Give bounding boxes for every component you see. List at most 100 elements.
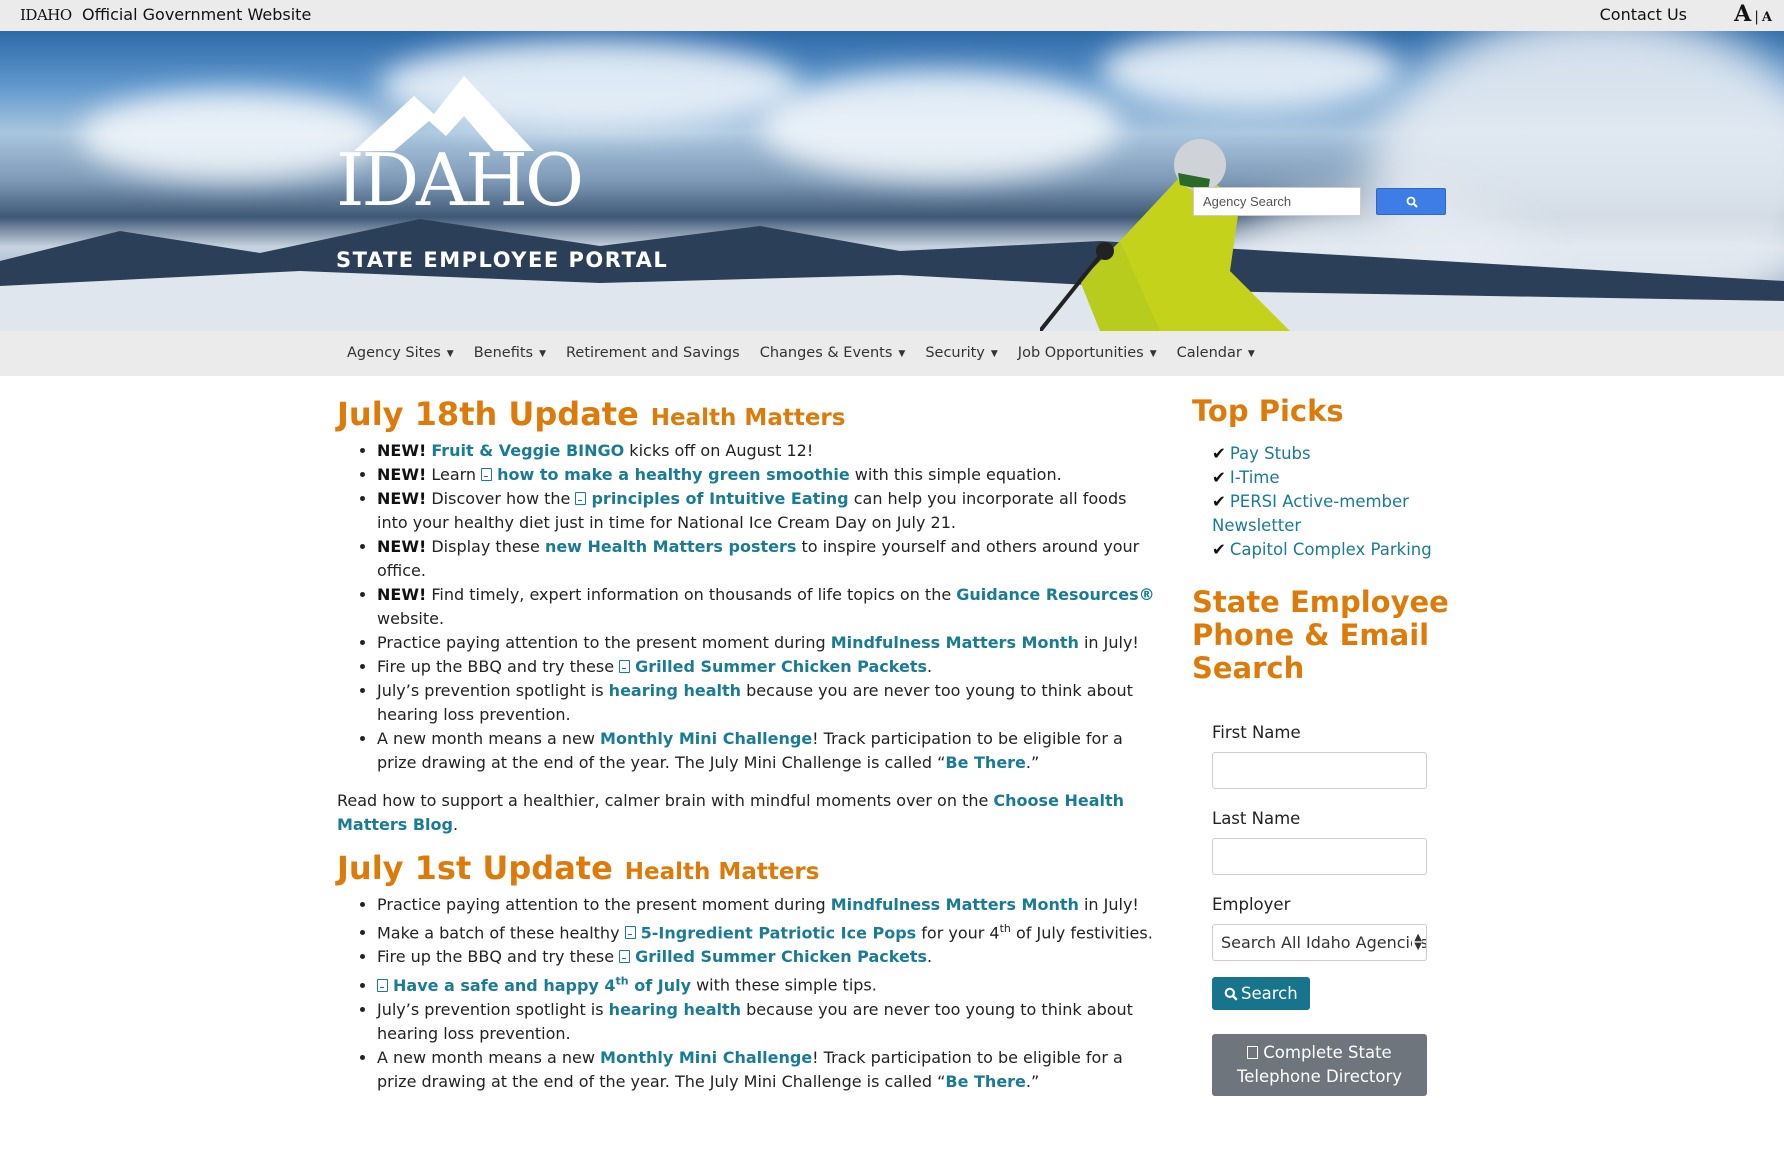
checkmark-icon: ✔: [1212, 444, 1226, 463]
pick-item[interactable]: ✔ I-Time: [1212, 466, 1452, 490]
update-title: July 18th Update: [337, 395, 639, 433]
nav-job-opportunities[interactable]: Job Opportunities ▼: [1018, 345, 1157, 361]
list-item: July’s prevention spotlight is hearing h…: [377, 998, 1157, 1046]
item-text: kicks off on August 12!: [624, 441, 814, 460]
pdf-icon: [481, 468, 493, 481]
link-text: Have a safe and happy 4: [393, 975, 616, 995]
item-text: .: [926, 657, 933, 676]
update-subtitle: Health Matters: [624, 859, 820, 885]
nav-label: Changes & Events: [759, 345, 893, 361]
nav-label: Retirement and Savings: [566, 345, 740, 361]
mindfulness-link[interactable]: Mindfulness Matters Month: [831, 895, 1079, 914]
item-text: Fire up the BBQ and try these: [377, 657, 620, 676]
idaho-portal-logo[interactable]: IDAHO STATE EMPLOYEE PORTAL: [334, 76, 674, 276]
update-subtitle: Health Matters: [650, 405, 846, 431]
nav-calendar[interactable]: Calendar ▼: [1177, 345, 1255, 361]
posters-link[interactable]: new Health Matters posters: [545, 537, 796, 556]
logo-wordmark: IDAHO: [336, 138, 584, 222]
item-text: Fire up the BBQ and try these: [377, 947, 620, 967]
caret-down-icon: ▼: [1247, 349, 1255, 359]
agency-search-button[interactable]: [1376, 188, 1446, 215]
chicken-packets-link[interactable]: Grilled Summer Chicken Packets: [635, 657, 927, 676]
caret-down-icon: ▼: [446, 349, 454, 359]
official-website-label: Official Government Website: [82, 5, 312, 24]
employer-select[interactable]: Search All Idaho Agencies ▲ ▼: [1212, 924, 1427, 961]
pdf-icon: [1247, 1046, 1259, 1059]
mindfulness-link[interactable]: Mindfulness Matters Month: [831, 633, 1079, 652]
nav-benefits[interactable]: Benefits ▼: [474, 345, 546, 361]
directory-search-button[interactable]: Search: [1212, 977, 1310, 1010]
ice-pops-link[interactable]: 5-Ingredient Patriotic Ice Pops: [641, 923, 917, 942]
nav-label: Benefits: [473, 345, 534, 361]
item-text: in July!: [1078, 895, 1139, 914]
list-item: A new month means a new Monthly Mini Cha…: [377, 1046, 1157, 1094]
be-there-link[interactable]: Be There: [945, 753, 1026, 772]
fourth-of-july-link[interactable]: Have a safe and happy 4th of July: [393, 974, 691, 995]
pick-label: Capitol Complex Parking: [1229, 540, 1432, 559]
paragraph-text: .: [452, 815, 459, 834]
intuitive-eating-link[interactable]: principles of Intuitive Eating: [591, 489, 848, 508]
smoothie-link[interactable]: how to make a healthy green smoothie: [497, 465, 850, 484]
nav-label: Agency Sites: [347, 345, 441, 361]
first-name-input[interactable]: [1212, 752, 1427, 789]
skier-image: [1040, 139, 1290, 331]
font-increase-button[interactable]: A: [1734, 1, 1751, 27]
contact-us-link[interactable]: Contact Us: [1600, 5, 1687, 24]
employer-label: Employer: [1212, 895, 1291, 914]
pick-item[interactable]: ✔ Pay Stubs: [1212, 442, 1452, 466]
caret-down-icon: ▼: [898, 349, 906, 359]
idaho-logo-small: IDAHO: [20, 6, 72, 24]
top-picks-heading: Top Picks: [1192, 394, 1344, 428]
list-item: July’s prevention spotlight is hearing h…: [377, 679, 1157, 727]
agency-search-input[interactable]: Agency Search: [1193, 187, 1361, 216]
item-text: .”: [1025, 1071, 1040, 1091]
item-text: Discover how the: [426, 489, 576, 508]
checkmark-icon: ✔: [1212, 540, 1226, 559]
nav-security[interactable]: Security ▼: [925, 345, 997, 361]
nav-retirement-savings[interactable]: Retirement and Savings: [566, 345, 740, 361]
pick-item[interactable]: ✔ Capitol Complex Parking: [1212, 538, 1452, 562]
item-text: .: [926, 947, 933, 967]
mini-challenge-link[interactable]: Monthly Mini Challenge: [600, 729, 812, 748]
button-label: Complete State Telephone Directory: [1236, 1043, 1403, 1086]
list-item: NEW! Learn how to make a healthy green s…: [377, 463, 1157, 487]
paragraph-text: Read how to support a healthier, calmer …: [337, 791, 994, 810]
logo-subtitle: STATE EMPLOYEE PORTAL: [336, 248, 669, 272]
superscript: th: [999, 922, 1011, 935]
telephone-directory-button[interactable]: Complete State Telephone Directory: [1212, 1034, 1427, 1096]
guidance-resources-link[interactable]: Guidance Resources®: [956, 585, 1154, 604]
nav-agency-sites[interactable]: Agency Sites ▼: [347, 345, 454, 361]
last-name-input[interactable]: [1212, 838, 1427, 875]
caret-down-icon: ▼: [539, 349, 546, 359]
pdf-icon: [619, 950, 631, 964]
mini-challenge-link[interactable]: Monthly Mini Challenge: [600, 1048, 812, 1067]
hero-banner: IDAHO STATE EMPLOYEE PORTAL Agency Searc…: [0, 31, 1784, 331]
item-text: with this simple equation.: [849, 465, 1062, 484]
hearing-health-link[interactable]: hearing health: [609, 681, 741, 700]
pick-item[interactable]: ✔ PERSI Active-member Newsletter: [1212, 490, 1452, 538]
new-badge: NEW!: [377, 537, 427, 556]
update-heading-july-1: July 1st Update Health Matters: [337, 849, 1157, 891]
select-arrows-icon: ▲ ▼: [1412, 932, 1422, 952]
item-text: July’s prevention spotlight is: [377, 999, 609, 1019]
bingo-link[interactable]: Fruit & Veggie BINGO: [431, 441, 624, 460]
font-size-controls: A | A: [1734, 1, 1772, 27]
item-text: Find timely, expert information on thous…: [426, 585, 957, 604]
main-navigation: Agency Sites ▼ Benefits ▼ Retirement and S…: [0, 331, 1784, 376]
first-name-label: First Name: [1212, 723, 1301, 742]
font-decrease-button[interactable]: A: [1762, 10, 1772, 25]
chicken-packets-link[interactable]: Grilled Summer Chicken Packets: [635, 947, 927, 966]
nav-changes-events[interactable]: Changes & Events ▼: [760, 345, 906, 361]
directory-search-heading: State Employee Phone & Email Search: [1192, 585, 1449, 685]
nav-label: Job Opportunities: [1017, 345, 1144, 361]
update-heading-july-18: July 18th Update Health Matters: [337, 395, 1157, 437]
hearing-health-link[interactable]: hearing health: [609, 1000, 741, 1019]
item-text: July’s prevention spotlight is: [377, 681, 609, 700]
item-text: with these simple tips.: [691, 975, 877, 995]
list-item: Fire up the BBQ and try these Grilled Su…: [377, 945, 1157, 969]
update-list: Practice paying attention to the present…: [377, 893, 1157, 1094]
list-item: Fire up the BBQ and try these Grilled Su…: [377, 655, 1157, 679]
pdf-icon: [624, 926, 636, 940]
be-there-link[interactable]: Be There: [945, 1072, 1026, 1091]
directory-search-form: First Name Last Name Employer Search All…: [1212, 723, 1452, 1096]
